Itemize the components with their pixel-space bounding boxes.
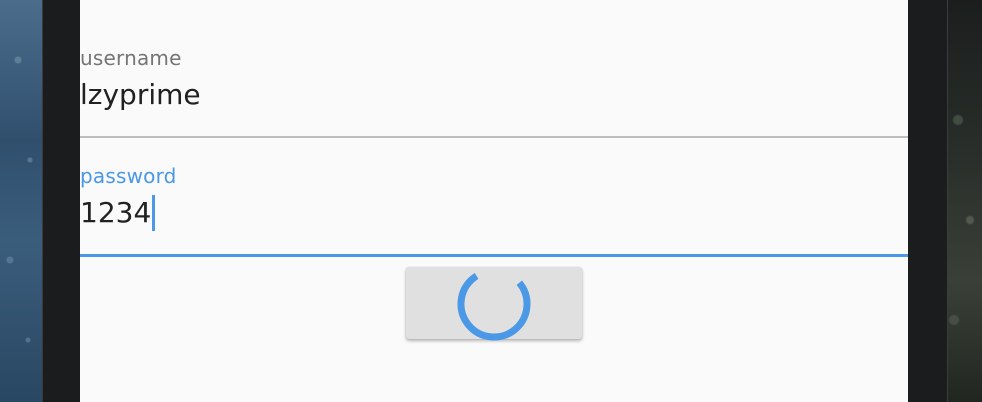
password-value: 1234 bbox=[80, 196, 152, 229]
password-field[interactable]: password 1234 bbox=[80, 140, 908, 258]
username-underline bbox=[80, 136, 908, 138]
username-label: username bbox=[80, 46, 182, 70]
desktop-wallpaper-left bbox=[0, 0, 42, 402]
login-form: username lzyprime password 1234 bbox=[80, 0, 908, 402]
password-label: password bbox=[80, 164, 177, 188]
username-input[interactable]: lzyprime bbox=[80, 78, 201, 112]
loading-spinner-icon bbox=[457, 267, 531, 341]
username-field[interactable]: username lzyprime bbox=[80, 0, 908, 140]
text-cursor bbox=[152, 195, 156, 231]
password-input[interactable]: 1234 bbox=[80, 195, 156, 231]
login-button[interactable] bbox=[406, 267, 582, 341]
password-underline bbox=[80, 254, 908, 257]
desktop-wallpaper-right bbox=[946, 0, 982, 402]
